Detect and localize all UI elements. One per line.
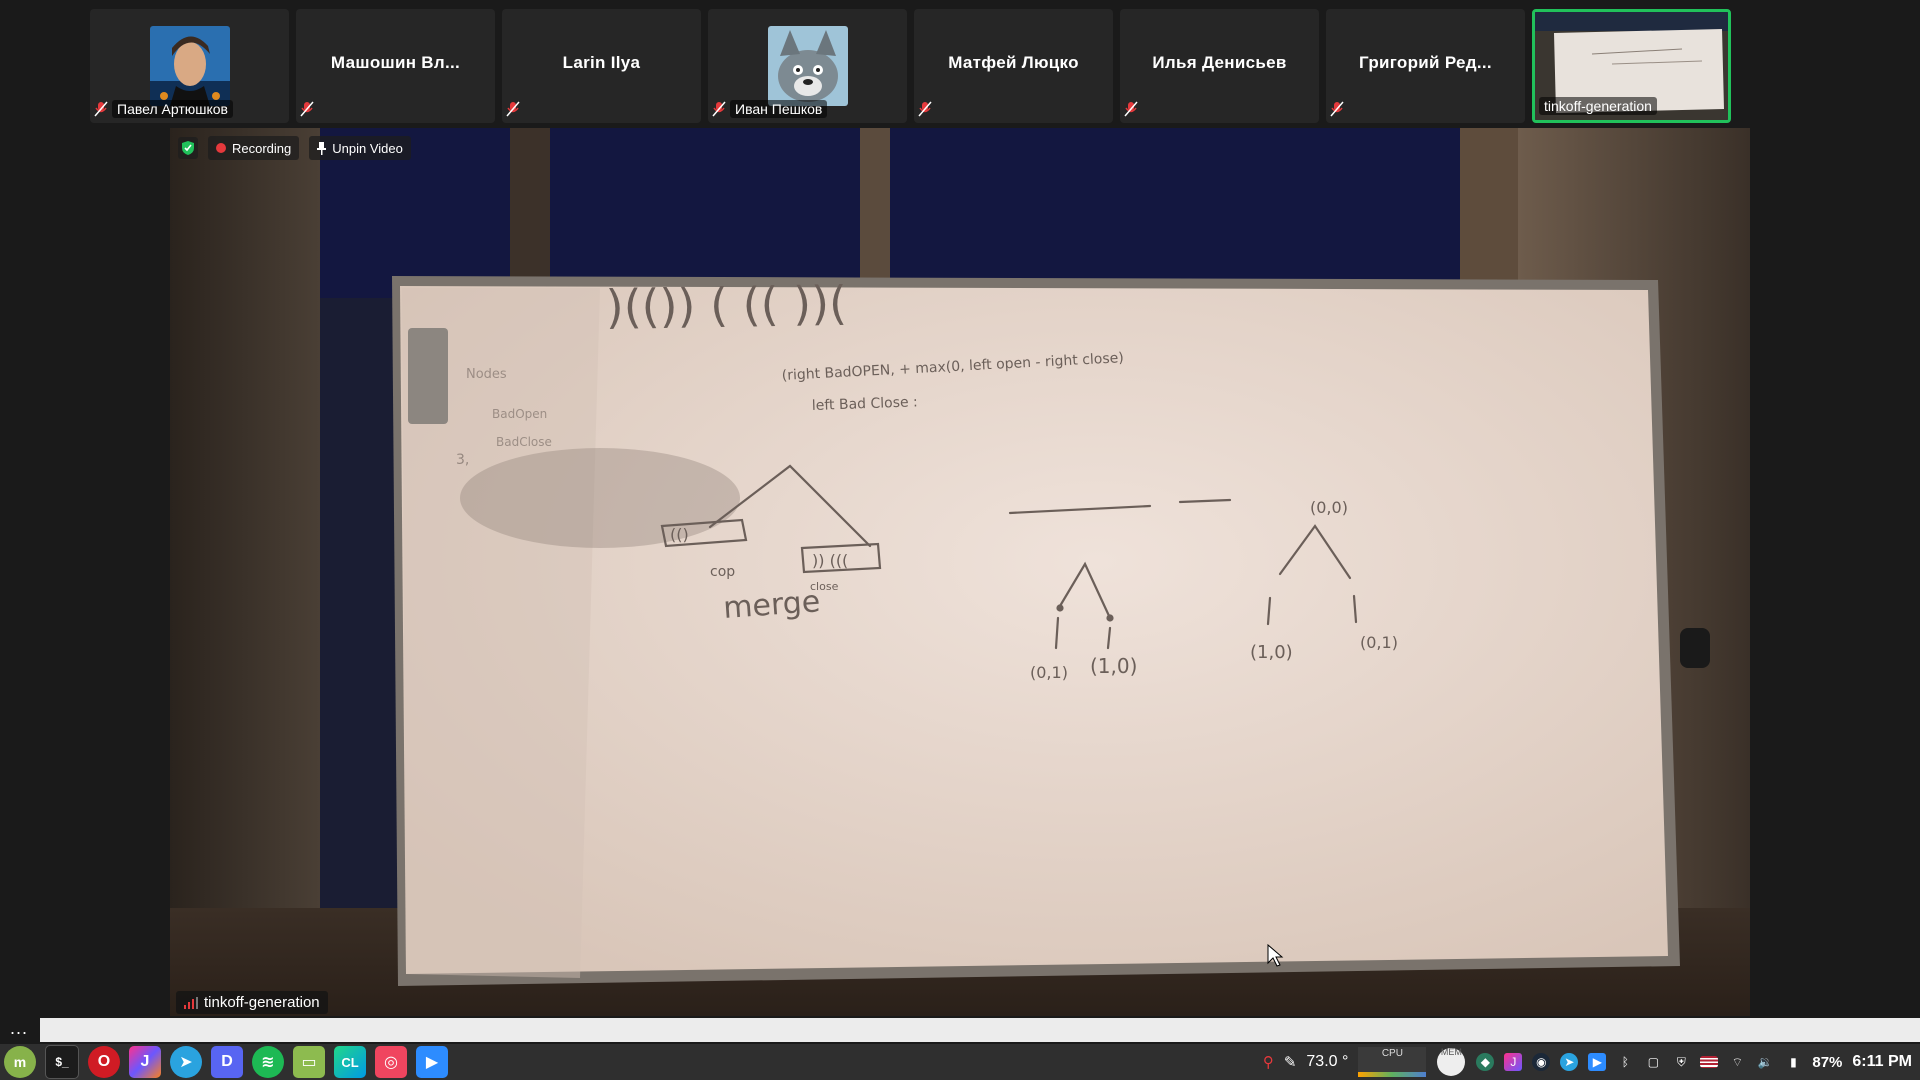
participant-tile[interactable]: Илья Денисьев xyxy=(1120,9,1319,123)
signal-strength-icon xyxy=(184,996,198,1009)
mic-muted-icon xyxy=(712,101,726,117)
zoom-meeting-window: Павел Артюшков Машошин Вл... Larin Ilya xyxy=(0,0,1920,1080)
cpu-graph[interactable]: CPU xyxy=(1358,1047,1427,1077)
zoom-tray-icon[interactable]: ▶ xyxy=(1588,1053,1607,1071)
files-icon[interactable]: ▭ xyxy=(293,1046,325,1078)
system-tray: ⚲ ✎ 73.0 ° CPU MEM ◆ J ◉ ➤ ▶ ᛒ ▢ ⛨ ⌔ 🔉 ▮… xyxy=(1263,1044,1912,1080)
temperature-readout[interactable]: 73.0 ° xyxy=(1306,1053,1348,1071)
taskbar: m $_ O J ➤ D ≋ ▭ CL ◎ ▶ ⚲ ✎ 73.0 ° CPU M… xyxy=(0,1044,1920,1080)
gitkraken-icon[interactable]: ◎ xyxy=(375,1046,407,1078)
opera-icon[interactable]: O xyxy=(88,1046,120,1078)
clock[interactable]: 6:11 PM xyxy=(1852,1053,1912,1071)
participant-name: Машошин Вл... xyxy=(330,53,461,72)
participant-tile[interactable]: Григорий Ред... xyxy=(1326,9,1525,123)
mic-muted-icon xyxy=(300,101,314,117)
zoom-icon[interactable]: ▶ xyxy=(416,1046,448,1078)
whiteboard-right-root: (0,0) xyxy=(1310,498,1348,517)
participant-name: Илья Денисьев xyxy=(1152,53,1287,72)
discord-icon[interactable]: D xyxy=(211,1046,243,1078)
us-flag-icon[interactable] xyxy=(1700,1056,1719,1068)
window-status-strip xyxy=(40,1018,1920,1042)
participant-tile[interactable]: Машошин Вл... xyxy=(296,9,495,123)
mic-muted-icon xyxy=(506,101,520,117)
mic-muted-icon xyxy=(94,101,108,117)
telegram-icon[interactable]: ➤ xyxy=(170,1046,202,1078)
volume-icon[interactable]: 🔉 xyxy=(1756,1053,1774,1071)
mic-muted-icon xyxy=(1124,101,1138,117)
whiteboard-left-label-c: cop xyxy=(710,564,735,580)
terminal-icon[interactable]: $_ xyxy=(45,1045,79,1079)
participant-avatar xyxy=(768,26,848,106)
participant-tile[interactable]: Матфей Люцко xyxy=(914,9,1113,123)
participant-name: Иван Пешков xyxy=(730,100,828,118)
participant-tile[interactable]: Larin Ilya xyxy=(502,9,701,123)
whiteboard-right-leaf-2: (0,1) xyxy=(1360,633,1398,652)
unpin-label: Unpin Video xyxy=(332,140,403,156)
battery-icon[interactable]: ▮ xyxy=(1784,1053,1802,1071)
telegram-tray-icon[interactable]: ➤ xyxy=(1560,1053,1579,1071)
participant-name: Григорий Ред... xyxy=(1359,53,1492,72)
whiteboard-right-leaf-1: (1,0) xyxy=(1250,642,1293,663)
participant-strip: Павел Артюшков Машошин Вл... Larin Ilya xyxy=(90,9,1731,123)
participant-name: tinkoff-generation xyxy=(1539,97,1657,115)
battery-percent[interactable]: 87% xyxy=(1812,1054,1842,1071)
recording-dot-icon xyxy=(216,143,226,153)
whiteboard-left-node-a: (() xyxy=(670,525,689,544)
whiteboard-mid-leaf-1: (0,1) xyxy=(1030,663,1068,682)
whiteboard-video: )(()) ( (( ))( (right BadOPEN, + max(0, … xyxy=(170,128,1750,1016)
spotify-icon[interactable]: ≋ xyxy=(252,1046,284,1078)
mem-indicator[interactable]: MEM xyxy=(1436,1047,1466,1077)
whiteboard-mid-leaf-2: (1,0) xyxy=(1090,654,1137,678)
mic-muted-icon xyxy=(918,101,932,117)
whiteboard-merge-word: merge xyxy=(722,584,821,626)
cpu-label: CPU xyxy=(1381,1048,1403,1059)
participant-name: Матфей Люцко xyxy=(948,53,1079,72)
location-pin-icon[interactable]: ⚲ xyxy=(1263,1053,1274,1071)
main-video-feed[interactable]: )(()) ( (( ))( (right BadOPEN, + max(0, … xyxy=(170,128,1750,1016)
clipboard-icon[interactable]: ▢ xyxy=(1644,1053,1662,1071)
wifi-icon[interactable]: ⌔ xyxy=(1728,1053,1746,1071)
whiteboard-legend-1: Nodes xyxy=(466,367,507,382)
clion-icon[interactable]: CL xyxy=(334,1046,366,1078)
bluetooth-icon[interactable]: ᛒ xyxy=(1616,1053,1634,1071)
participant-tile[interactable]: Павел Артюшков xyxy=(90,9,289,123)
whiteboard-brackets: )(()) ( (( ))( xyxy=(605,276,847,334)
speaker-name-label: tinkoff-generation xyxy=(176,991,328,1014)
participant-tile-active[interactable]: tinkoff-generation xyxy=(1532,9,1731,123)
whiteboard-legend-4: 3, xyxy=(456,452,469,468)
taskbar-launchers: m $_ O J ➤ D ≋ ▭ CL ◎ ▶ xyxy=(0,1045,448,1079)
vpn-icon[interactable]: ◆ xyxy=(1476,1053,1495,1071)
speaker-name: tinkoff-generation xyxy=(204,994,320,1011)
recording-indicator[interactable]: Recording xyxy=(208,136,300,160)
whiteboard-legend-2: BadOpen xyxy=(492,407,547,421)
unpin-video-button[interactable]: Unpin Video xyxy=(309,136,411,160)
participant-tile[interactable]: Иван Пешков xyxy=(708,9,907,123)
whiteboard-left-node-b: )) ((( xyxy=(812,551,848,570)
jetbrains-toolbox-icon[interactable]: J xyxy=(129,1046,161,1078)
more-options-button[interactable]: ... xyxy=(10,1018,28,1039)
jetbrains-tray-icon[interactable]: J xyxy=(1504,1053,1523,1071)
participant-name: Павел Артюшков xyxy=(112,100,233,118)
recording-label: Recording xyxy=(232,140,292,156)
participant-name: Larin Ilya xyxy=(562,53,641,72)
mic-muted-icon xyxy=(1330,101,1344,117)
pin-icon xyxy=(317,141,327,155)
encryption-shield-icon[interactable] xyxy=(178,137,198,159)
menu-icon[interactable]: m xyxy=(4,1046,36,1078)
steam-icon[interactable]: ◉ xyxy=(1532,1053,1551,1071)
sensor-icon: ✎ xyxy=(1283,1054,1297,1071)
shield-tray-icon[interactable]: ⛨ xyxy=(1672,1053,1690,1071)
video-toolbar: Recording Unpin Video xyxy=(178,136,411,160)
mem-label: MEM xyxy=(1440,1047,1462,1057)
whiteboard-legend-3: BadClose xyxy=(496,435,552,449)
participant-avatar xyxy=(150,26,230,106)
